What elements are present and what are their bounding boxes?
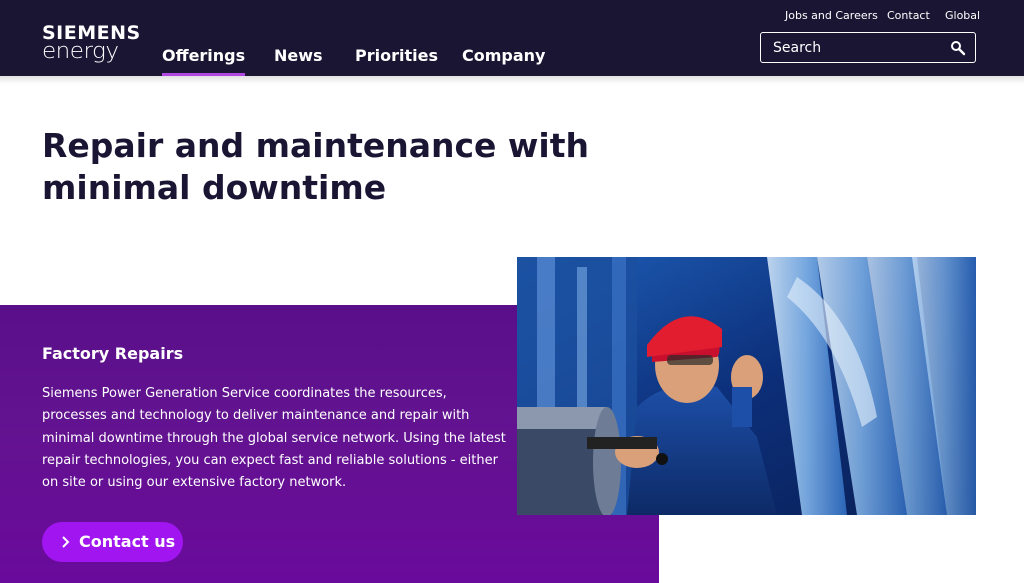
contact-us-button[interactable]: Contact us [42, 522, 183, 562]
technician-turbine-photo [517, 257, 976, 515]
panel-heading: Factory Repairs [42, 344, 184, 363]
nav-item-offerings[interactable]: Offerings [162, 46, 246, 76]
header-shadow [0, 76, 1024, 84]
page-title: Repair and maintenance with minimal down… [42, 126, 589, 207]
jobs-and-careers-link[interactable]: Jobs and Careers [785, 9, 878, 22]
siemens-energy-logo[interactable]: SIEMENS energy [42, 24, 148, 64]
chevron-right-icon [62, 536, 70, 548]
nav-item-news[interactable]: News [274, 46, 323, 66]
search-icon[interactable] [949, 39, 967, 57]
logo-line-2: energy [42, 39, 119, 64]
site-header: SIEMENS energy Offerings News Priorities… [0, 0, 1024, 76]
nav-item-company[interactable]: Company [462, 46, 545, 66]
contact-us-label: Contact us [79, 532, 176, 551]
nav-item-priorities[interactable]: Priorities [355, 46, 438, 66]
panel-description: Siemens Power Generation Service coordin… [42, 386, 506, 491]
search-box[interactable] [760, 32, 976, 63]
contact-link[interactable]: Contact [887, 9, 930, 22]
global-link[interactable]: Global [945, 9, 980, 22]
search-input[interactable] [773, 38, 943, 58]
